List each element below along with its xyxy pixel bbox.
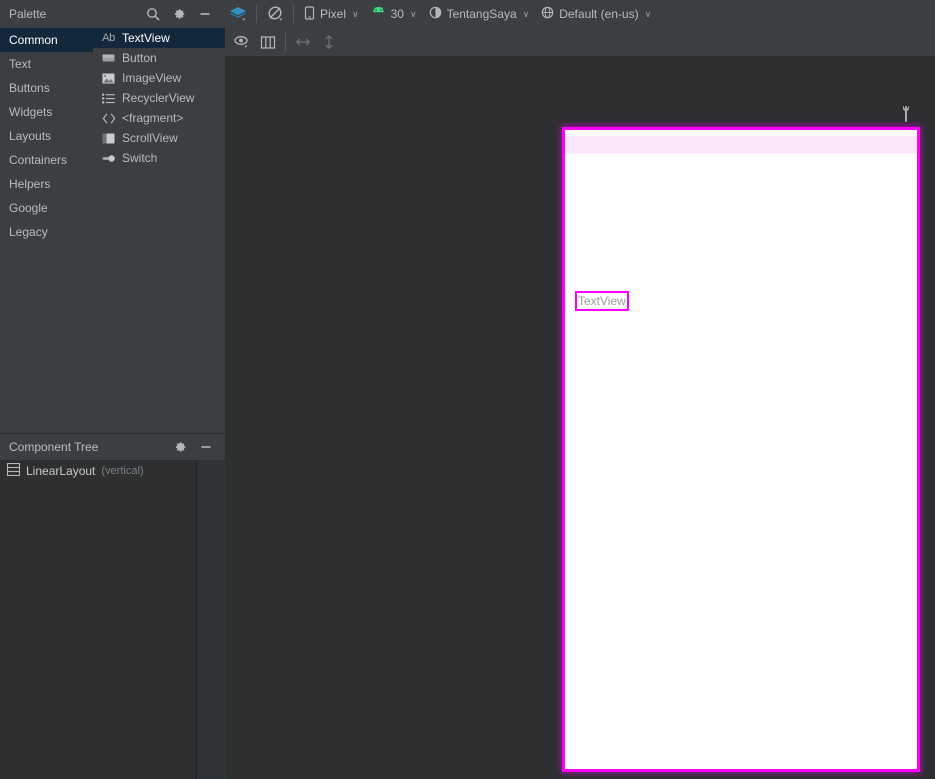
palette-item-label: Switch [122,151,158,165]
palette-category-containers[interactable]: Containers [0,148,93,172]
palette-category-widgets[interactable]: Widgets [0,100,93,124]
android-icon [371,6,386,21]
theme-selector[interactable]: TentangSaya ∨ [423,2,536,26]
recyclerview-icon [101,91,116,105]
palette-category-common[interactable]: Common [0,28,93,52]
palette-category-list: Common Text Buttons Widgets Layouts Cont… [0,28,93,433]
globe-icon [541,6,554,22]
widget-textview[interactable]: TextView [575,291,629,311]
palette-category-legacy[interactable]: Legacy [0,220,93,244]
component-tree-title: Component Tree [9,440,99,454]
palette-item-label: ImageView [122,71,182,85]
locale-selector[interactable]: Default (en-us) ∨ [535,2,657,26]
top-toolbar: Palette Pixel ∨ 30 ∨ TentangSaya ∨ Defau… [0,0,935,28]
toolbar-separator [256,5,257,23]
blueprint-columns-icon[interactable] [255,29,281,55]
palette-item-button[interactable]: Button [93,48,225,68]
theme-contrast-icon [429,6,442,22]
chevron-down-icon: ∨ [409,8,417,19]
component-tree-header: Component Tree [0,434,225,460]
palette-item-scrollview[interactable]: ScrollView [93,128,225,148]
palette-item-label: TextView [122,31,170,45]
linearlayout-icon [6,462,21,479]
textview-icon: Ab [102,32,115,44]
palette-item-textview[interactable]: Ab TextView [93,28,225,48]
search-icon[interactable] [140,1,166,27]
chevron-down-icon: ∨ [644,8,652,19]
palette-category-buttons[interactable]: Buttons [0,76,93,100]
palette-category-helpers[interactable]: Helpers [0,172,93,196]
palette-item-label: <fragment> [122,111,184,125]
switch-icon [101,151,116,165]
palette-item-switch[interactable]: Switch [93,148,225,168]
design-layers-icon[interactable] [224,0,252,28]
design-surface-toolbar [225,28,935,56]
palette-item-fragment[interactable]: <fragment> [93,108,225,128]
toolbar-separator [293,5,294,23]
tree-side-gutter [197,460,225,779]
scrollview-icon [101,131,116,145]
android-studio-layout-editor: Palette Pixel ∨ 30 ∨ TentangSaya ∨ Defau… [0,0,935,779]
fit-height-icon[interactable] [316,29,342,55]
minimize-icon[interactable] [192,1,218,27]
api-level-label: 30 [390,7,404,21]
palette-category-text[interactable]: Text [0,52,93,76]
minimize-icon[interactable] [193,434,219,460]
component-tree-body: LinearLayout (vertical) [0,460,196,779]
api-level-selector[interactable]: 30 ∨ [365,2,423,26]
editor-toolbar: Pixel ∨ 30 ∨ TentangSaya ∨ Default (en-u… [224,0,657,28]
chevron-down-icon: ∨ [522,8,530,19]
palette-category-layouts[interactable]: Layouts [0,124,93,148]
chevron-down-icon: ∨ [352,8,359,19]
rotate-device-icon[interactable] [261,0,289,28]
palette-item-label: RecyclerView [122,91,195,105]
locale-label: Default (en-us) [559,7,639,21]
palette-item-label: ScrollView [122,131,178,145]
gear-icon[interactable] [166,1,192,27]
fragment-icon [101,111,116,125]
gear-icon[interactable] [167,434,193,460]
view-options-icon[interactable] [229,29,255,55]
fit-width-icon[interactable] [290,29,316,55]
wrench-icon[interactable] [895,103,917,125]
palette-panel-title: Palette [9,7,47,21]
palette-header-actions [140,1,218,27]
tree-node-linearlayout[interactable]: LinearLayout (vertical) [0,460,196,482]
palette-item-imageview[interactable]: ImageView [93,68,225,88]
device-status-bar [565,136,917,154]
button-icon [101,51,116,65]
palette-item-recyclerview[interactable]: RecyclerView [93,88,225,108]
device-content-area[interactable]: TextView [565,154,917,769]
tree-node-detail: (vertical) [101,465,144,477]
imageview-icon [101,71,116,85]
phone-icon [304,5,315,23]
device-preview-frame[interactable]: TextView [562,127,920,772]
toolbar-separator [285,33,286,51]
device-selector[interactable]: Pixel ∨ [298,2,365,26]
palette-item-label: Button [122,51,157,65]
tree-node-label: LinearLayout [26,464,96,478]
theme-label: TentangSaya [446,7,517,21]
device-label: Pixel [320,7,347,21]
palette-category-google[interactable]: Google [0,196,93,220]
palette-item-list: Ab TextView Button ImageView RecyclerVie… [93,28,225,433]
